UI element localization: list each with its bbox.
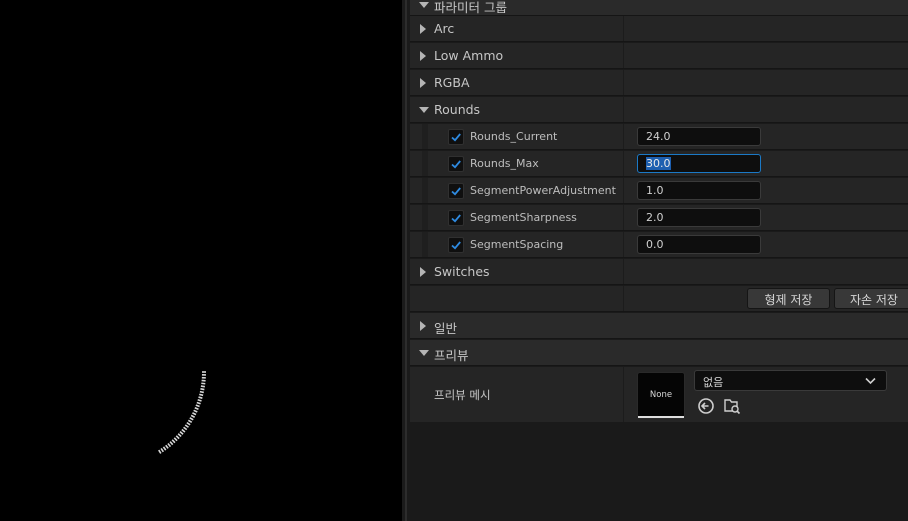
group-rounds[interactable]: Rounds bbox=[410, 97, 908, 123]
expand-arrow-icon[interactable] bbox=[420, 51, 426, 61]
property-label: SegmentSpacing bbox=[470, 238, 564, 251]
category-parameter-groups[interactable]: 파라미터 그룹 bbox=[410, 0, 908, 16]
save-buttons-row: 형제 저장 자손 저장 bbox=[410, 286, 908, 312]
collapse-arrow-icon[interactable] bbox=[419, 2, 429, 8]
arc-segment bbox=[200, 388, 205, 391]
save-to-sibling-button[interactable]: 형제 저장 bbox=[747, 288, 830, 309]
use-selected-asset-icon[interactable] bbox=[697, 397, 715, 415]
preview-mesh-combo[interactable]: 없음 bbox=[694, 370, 887, 391]
property-label: SegmentSharpness bbox=[470, 211, 577, 224]
group-label: Rounds bbox=[434, 102, 481, 117]
property-label: 프리뷰 메시 bbox=[434, 388, 491, 402]
arc-segment bbox=[175, 435, 180, 440]
property-label: Rounds_Max bbox=[470, 157, 539, 170]
collapse-arrow-icon[interactable] bbox=[419, 107, 429, 113]
arc-segment bbox=[179, 431, 184, 435]
arc-segment bbox=[184, 424, 189, 428]
checkmark-icon bbox=[451, 133, 461, 142]
checkmark-icon bbox=[451, 187, 461, 196]
segmented-arc-preview bbox=[158, 371, 206, 454]
arc-segment bbox=[186, 421, 191, 426]
override-checkbox[interactable] bbox=[448, 129, 464, 145]
arc-segment bbox=[167, 442, 172, 448]
arc-segment bbox=[183, 426, 188, 431]
group-label: Low Ammo bbox=[434, 48, 504, 63]
arc-segment bbox=[160, 448, 165, 453]
property-row-rounds-current: Rounds_Current 24.0 bbox=[410, 124, 908, 150]
arc-segment bbox=[158, 449, 162, 454]
override-checkbox[interactable] bbox=[448, 183, 464, 199]
arc-segment bbox=[177, 433, 182, 438]
arc-segment bbox=[187, 419, 193, 424]
group-rgba[interactable]: RGBA bbox=[410, 70, 908, 96]
expand-arrow-icon[interactable] bbox=[420, 24, 426, 34]
segment-sharpness-input[interactable]: 2.0 bbox=[637, 208, 761, 227]
browse-asset-icon[interactable] bbox=[723, 397, 741, 415]
group-switches[interactable]: Switches bbox=[410, 259, 908, 285]
chevron-down-icon bbox=[865, 377, 876, 385]
expand-arrow-icon[interactable] bbox=[420, 78, 426, 88]
arc-segment bbox=[196, 401, 201, 405]
arc-segment bbox=[181, 428, 186, 433]
arc-segment bbox=[199, 393, 204, 397]
category-general[interactable]: 일반 bbox=[410, 313, 908, 339]
save-to-child-button[interactable]: 자손 저장 bbox=[834, 288, 908, 309]
arc-segment bbox=[173, 437, 178, 442]
group-arc[interactable]: Arc bbox=[410, 16, 908, 42]
checkmark-icon bbox=[451, 214, 461, 223]
category-preview[interactable]: 프리뷰 bbox=[410, 340, 908, 366]
thumbnail-text: None bbox=[649, 390, 673, 400]
arc-segment bbox=[162, 446, 167, 451]
expand-arrow-icon[interactable] bbox=[420, 267, 426, 277]
category-label: 일반 bbox=[434, 321, 458, 336]
property-label: Rounds_Current bbox=[470, 130, 558, 143]
arc-segment bbox=[199, 390, 204, 394]
arc-segment bbox=[165, 444, 169, 449]
checkmark-icon bbox=[451, 241, 461, 250]
checkmark-icon bbox=[451, 160, 461, 169]
group-label: Switches bbox=[434, 264, 490, 279]
override-checkbox[interactable] bbox=[448, 210, 464, 226]
property-row-preview-mesh: 프리뷰 메시 None 없음 bbox=[410, 367, 908, 422]
group-label: Arc bbox=[434, 21, 455, 36]
rounds-current-input[interactable]: 24.0 bbox=[637, 127, 761, 146]
collapse-arrow-icon[interactable] bbox=[419, 350, 429, 356]
group-label: RGBA bbox=[434, 75, 470, 90]
arc-segment bbox=[193, 409, 198, 413]
mesh-thumbnail[interactable]: None bbox=[637, 372, 685, 419]
arc-segment bbox=[194, 406, 199, 411]
property-row-segment-spacing: SegmentSpacing 0.0 bbox=[410, 232, 908, 258]
category-label: 프리뷰 bbox=[434, 348, 469, 363]
arc-segment bbox=[195, 404, 200, 408]
panel-splitter[interactable] bbox=[402, 0, 410, 521]
segment-spacing-input[interactable]: 0.0 bbox=[637, 235, 761, 254]
rounds-max-input[interactable]: 30.0 bbox=[637, 154, 761, 173]
segment-power-adjustment-input[interactable]: 1.0 bbox=[637, 181, 761, 200]
material-preview-viewport[interactable] bbox=[0, 0, 402, 521]
property-label: SegmentPowerAdjustment bbox=[470, 184, 616, 197]
details-panel: 파라미터 그룹 Arc Low Ammo RGBA Rounds Rounds_… bbox=[410, 0, 908, 521]
override-checkbox[interactable] bbox=[448, 237, 464, 253]
arc-segment bbox=[189, 417, 194, 421]
arc-segment bbox=[192, 412, 197, 416]
selected-text: 30.0 bbox=[646, 157, 671, 170]
arc-segment bbox=[197, 399, 202, 402]
arc-segment bbox=[169, 441, 174, 446]
category-label: 파라미터 그룹 bbox=[434, 0, 507, 15]
expand-arrow-icon[interactable] bbox=[420, 321, 426, 331]
panel-empty-area bbox=[410, 422, 908, 521]
combo-value: 없음 bbox=[703, 376, 724, 389]
property-row-segment-sharpness: SegmentSharpness 2.0 bbox=[410, 205, 908, 231]
override-checkbox[interactable] bbox=[448, 156, 464, 172]
arc-segment bbox=[171, 439, 176, 444]
property-row-segment-power-adjustment: SegmentPowerAdjustment 1.0 bbox=[410, 178, 908, 204]
arc-segment bbox=[200, 385, 205, 388]
arc-segment bbox=[190, 414, 196, 418]
group-low-ammo[interactable]: Low Ammo bbox=[410, 43, 908, 69]
arc-segment bbox=[198, 396, 203, 399]
property-row-rounds-max: Rounds_Max 30.0 bbox=[410, 151, 908, 177]
